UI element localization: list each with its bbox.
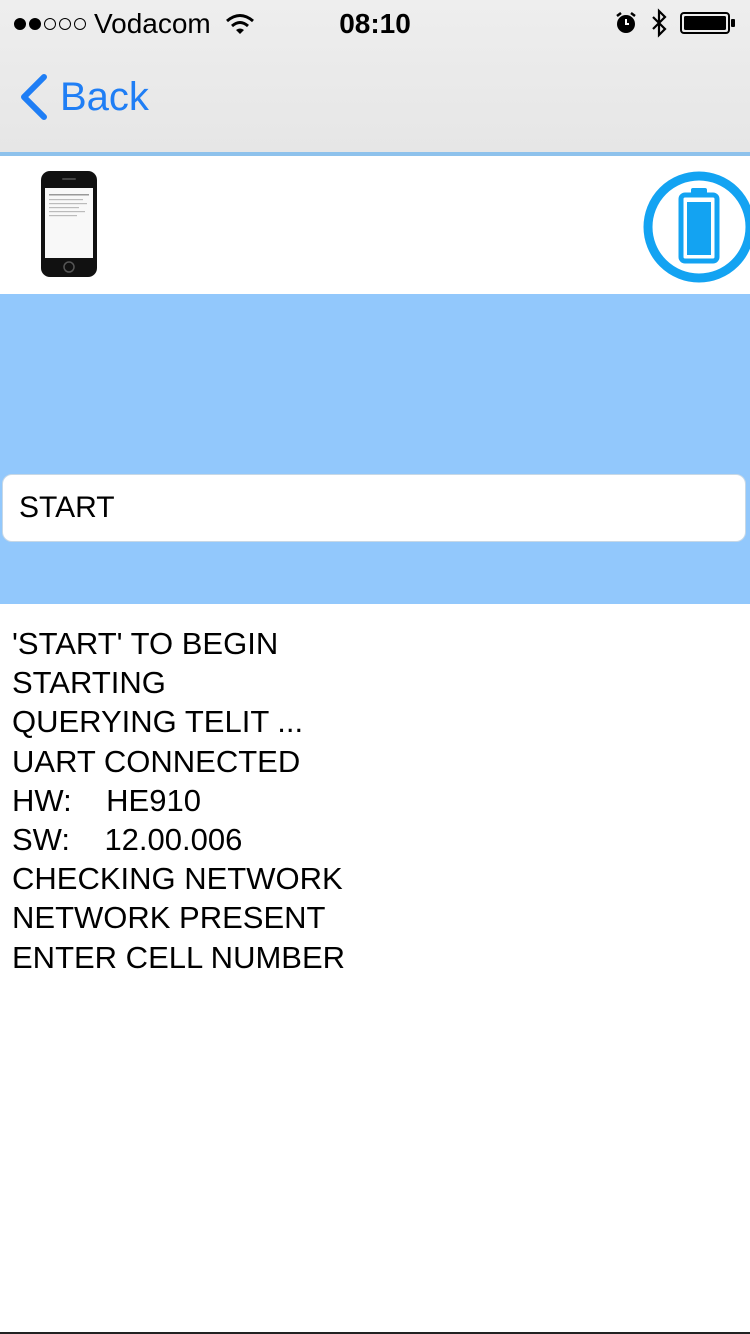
battery-status-icon: [680, 12, 735, 34]
log-line: HW: HE910: [12, 782, 201, 818]
back-label: Back: [60, 74, 149, 119]
chevron-left-icon: [21, 74, 47, 120]
alarm-icon: [616, 12, 636, 33]
status-bar: Vodacom 08:10: [0, 0, 750, 50]
log-line: 'START' TO BEGIN: [12, 626, 279, 661]
log-line: CHECKING NETWORK: [12, 861, 343, 897]
command-input[interactable]: [2, 474, 746, 542]
top-bar: Vodacom 08:10 Back: [0, 0, 750, 156]
log-line: ENTER CELL NUMBER: [12, 939, 346, 975]
command-panel: [0, 294, 750, 604]
log-line: SW: 12.00.006: [12, 822, 243, 858]
status-right-icons: [614, 8, 736, 38]
log-line: STARTING: [12, 665, 166, 701]
log-line: UART CONNECTED: [12, 743, 301, 779]
bluetooth-icon: [652, 8, 667, 38]
phone-icon: [41, 171, 97, 277]
log-line: QUERYING TELIT ...: [12, 704, 304, 740]
battery-icon[interactable]: [643, 171, 750, 283]
log-line: NETWORK PRESENT: [12, 900, 326, 936]
back-button[interactable]: Back: [18, 74, 149, 120]
navigation-bar: Back: [0, 60, 750, 140]
device-row: [0, 156, 750, 294]
log-output: 'START' TO BEGIN STARTING QUERYING TELIT…: [12, 624, 732, 977]
